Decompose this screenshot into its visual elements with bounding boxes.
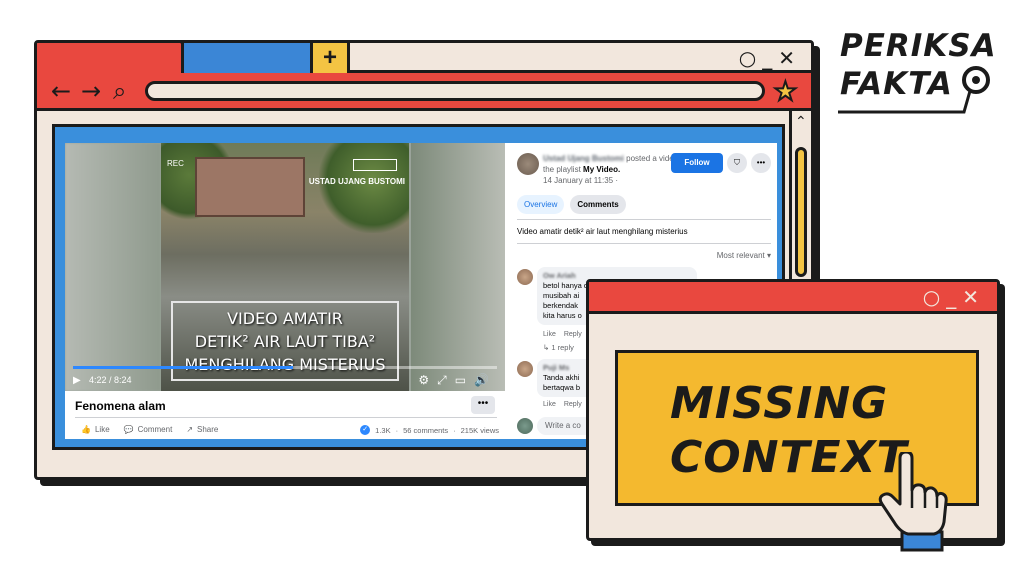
magnifier-pin-icon [838, 66, 990, 114]
tv-logo [353, 159, 397, 171]
playlist-link[interactable]: My Video. [583, 165, 620, 174]
tab-comments[interactable]: Comments [570, 195, 626, 214]
video-blur-right [411, 143, 505, 391]
verdict-line-2: CONTEXT [670, 432, 908, 483]
window-controls[interactable]: ○_✕ [923, 285, 985, 309]
new-tab-button[interactable]: + [310, 43, 350, 73]
separator: · [453, 425, 456, 435]
video-time: 4:22 / 8:24 [89, 375, 132, 385]
comment-label: Comment [137, 425, 173, 434]
scroll-thumb[interactable] [795, 147, 807, 277]
post-stats: ✓ 1.3K · 56 comments · 215K views [360, 425, 499, 435]
video-control-icons[interactable]: ⚙⤢▭🔊 [418, 373, 497, 388]
action-bar: 👍 Like 💬 Comment ↗ Share [81, 425, 218, 434]
caption-line: DETIK² AIR LAUT TIBA² [194, 331, 376, 351]
pointer-hand-icon [878, 452, 948, 552]
fact-check-graphic: + ○_✕ ← → ⌕ ★ ⌃ REC USTAD UJANG BUSTOMI … [0, 0, 1024, 576]
view-replies-link[interactable]: ↳ 1 reply [543, 343, 574, 352]
caption-line: VIDEO AMATIR [227, 308, 343, 328]
divider [75, 417, 497, 418]
more-icon: ••• [756, 158, 766, 167]
back-arrow-icon[interactable]: ← [51, 77, 71, 105]
play-icon[interactable]: ▶ [73, 375, 81, 386]
separator: · [395, 425, 399, 435]
thumbs-up-icon: 👍 [81, 425, 91, 434]
like-label: Like [94, 425, 110, 434]
address-bar[interactable] [145, 81, 765, 101]
video-blur-left [65, 143, 161, 391]
periksa-fakta-logo: PERIKSA FAKTA [836, 28, 1006, 124]
nav-bar: ← → ⌕ ★ [37, 73, 811, 111]
video-caption: VIDEO AMATIR DETIK² AIR LAUT TIBA² MENGH… [171, 301, 399, 381]
like-reaction-icon: ✓ [360, 425, 371, 435]
divider [517, 219, 771, 220]
sort-dropdown[interactable]: Most relevant ▾ [717, 251, 771, 260]
house-image [195, 157, 305, 217]
comment-icon: 💬 [123, 425, 134, 434]
video-title: Fenomena alam [75, 399, 166, 413]
more-options-button[interactable]: ••• [471, 396, 495, 414]
progress-bar[interactable] [73, 366, 497, 369]
verdict-line-1: MISSING [670, 378, 889, 429]
like-button[interactable]: 👍 Like [81, 425, 110, 434]
video-player[interactable]: REC USTAD UJANG BUSTOMI VIDEO AMATIR DET… [65, 143, 505, 391]
menu-button[interactable]: ••• [751, 153, 771, 173]
post-description: Video amatir detik² air laut menghilang … [517, 227, 688, 236]
share-button[interactable]: ↗ Share [186, 425, 218, 434]
reaction-count[interactable]: 1.3K [375, 426, 390, 435]
post-date[interactable]: 14 January at 11:35 · [543, 176, 618, 185]
comment-like-link[interactable]: Like [543, 331, 556, 338]
scroll-up-icon[interactable]: ⌃ [795, 113, 807, 130]
view-count: 215K views [460, 425, 499, 435]
channel-watermark: USTAD UJANG BUSTOMI [308, 177, 405, 186]
comment-button[interactable]: 💬 Comment [124, 425, 173, 434]
tab-active[interactable] [37, 43, 184, 73]
avatar[interactable] [517, 153, 539, 175]
shield-icon: ⛉ [734, 158, 740, 167]
window-controls[interactable]: ○_✕ [739, 46, 801, 70]
comment-reply-link[interactable]: Reply [564, 401, 582, 408]
tab-second[interactable] [181, 43, 313, 73]
comment-count[interactable]: 56 comments [403, 426, 448, 435]
tab-overview[interactable]: Overview [517, 195, 565, 214]
post-tabs: Overview Comments [517, 195, 626, 214]
comment-actions: Like Reply [543, 331, 582, 338]
user-avatar [517, 418, 533, 434]
tree-image [319, 143, 409, 233]
caption-line: MENGHILANG MISTERIUS [184, 354, 386, 374]
author-name[interactable]: Ustad Ujang Bustomi [543, 154, 624, 163]
video-frame: REC USTAD UJANG BUSTOMI VIDEO AMATIR DET… [161, 143, 409, 391]
title-bar: ○_✕ [589, 282, 997, 314]
share-icon: ↗ [186, 425, 194, 434]
comment-avatar[interactable] [517, 361, 533, 377]
search-icon[interactable]: ⌕ [113, 77, 126, 105]
comment-reply-link[interactable]: Reply [564, 331, 582, 338]
forward-arrow-icon[interactable]: → [81, 77, 101, 105]
rec-label: REC [167, 159, 184, 168]
tab-bar: + ○_✕ [37, 43, 811, 73]
logo-line-1: PERIKSA [840, 28, 997, 64]
progress-fill [73, 366, 294, 369]
follow-button[interactable]: Follow [671, 153, 723, 173]
comment-avatar[interactable] [517, 269, 533, 285]
divider [517, 243, 771, 244]
verdict-label: MISSING CONTEXT [670, 377, 908, 485]
shield-button[interactable]: ⛉ [727, 153, 747, 173]
bookmark-star-icon[interactable]: ★ [773, 75, 798, 107]
comment-like-link[interactable]: Like [543, 401, 556, 408]
comment-actions: Like Reply [543, 401, 582, 408]
follow-label: Follow [684, 158, 710, 167]
share-label: Share [197, 425, 219, 434]
